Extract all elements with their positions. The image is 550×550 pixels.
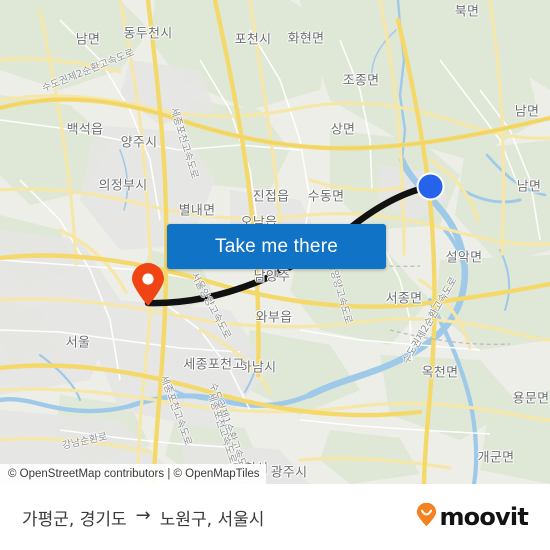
route-origin-label: 가평군, 경기도 (22, 509, 127, 530)
map-viewport[interactable]: 남면 동두천시 포천시 화현면 북면 조종면 상면 백석읍 양주시 의정부시 진접읍 수동면 별내면 오남… (0, 0, 550, 484)
arrow-right-icon: → (135, 505, 151, 526)
moovit-map-page: 남면 동두천시 포천시 화현면 북면 조종면 상면 백석읍 양주시 의정부시 진접읍 수동면 별내면 오남… (0, 0, 550, 550)
destination-dot-marker[interactable] (416, 172, 445, 201)
route-destination-label: 노원구, 서울시 (159, 509, 265, 530)
attribution-text: © OpenStreetMap contributors | © OpenMap… (8, 468, 260, 480)
map-attribution: © OpenStreetMap contributors | © OpenMap… (0, 464, 266, 484)
route-summary: 가평군, 경기도 → 노원구, 서울시 (22, 505, 264, 530)
moovit-wordmark: moovit (439, 503, 528, 531)
take-me-there-button[interactable]: Take me there (167, 224, 386, 269)
moovit-logo[interactable]: moovit (416, 502, 529, 532)
moovit-pin-icon (416, 502, 437, 532)
footer-bar: 가평군, 경기도 → 노원구, 서울시 moovit (0, 484, 550, 550)
